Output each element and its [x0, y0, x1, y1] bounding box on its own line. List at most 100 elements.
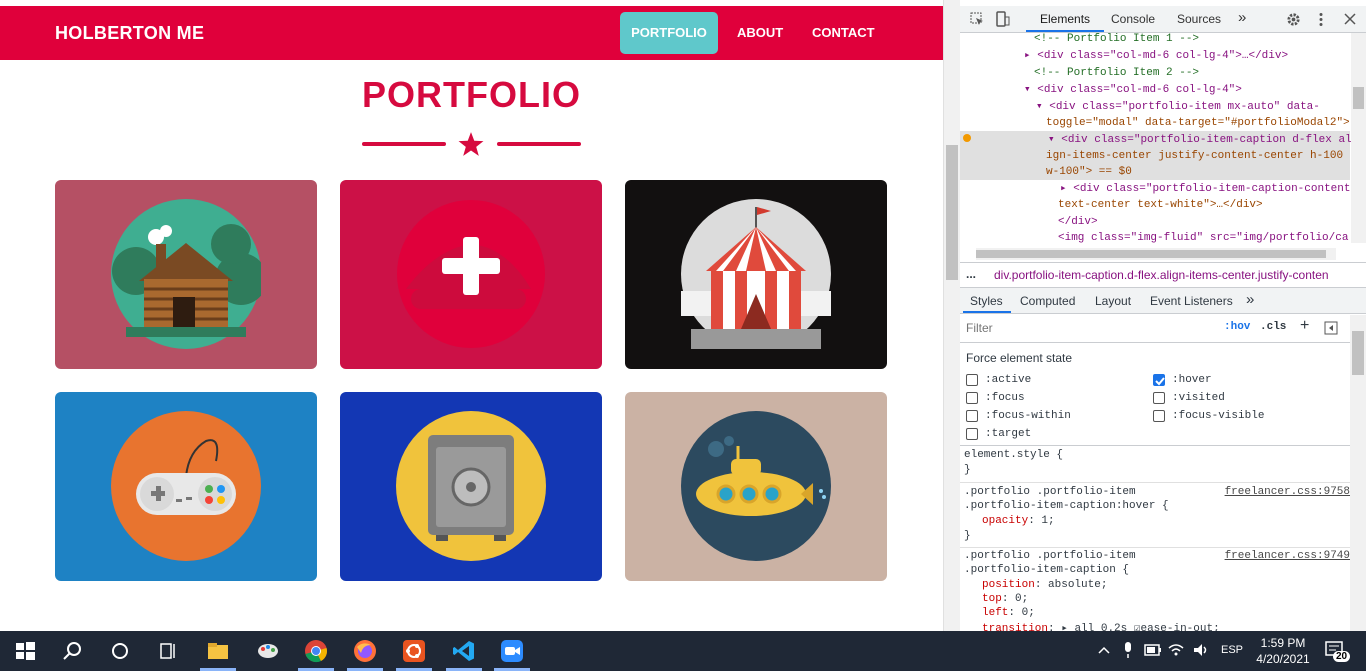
dom-line[interactable]: toggle="modal" data-target="#portfolioMo…: [1046, 115, 1350, 131]
state-label: :target: [985, 428, 1032, 440]
style-rule-caption[interactable]: .portfolio .portfolio-item .portfolio-it…: [960, 549, 1350, 631]
clock[interactable]: 1:59 PM 4/20/2021: [1250, 635, 1316, 667]
chevron-up-icon[interactable]: [1098, 645, 1110, 655]
dom-line[interactable]: text-center text-white">…</div>: [1058, 197, 1263, 213]
submarine-icon: [681, 411, 831, 561]
styles-tabs: Styles Computed Layout Event Listeners »: [960, 288, 1366, 314]
dom-hscrollbar[interactable]: [976, 248, 1336, 260]
style-rule-hover[interactable]: .portfolio .portfolio-item .portfolio-it…: [960, 484, 1350, 548]
dom-line[interactable]: ▾ <div class="portfolio-item-caption d-f…: [1048, 132, 1352, 148]
state-visited-checkbox[interactable]: [1153, 392, 1165, 404]
page-scrollbar-thumb[interactable]: [946, 145, 958, 280]
language-indicator[interactable]: ESP: [1221, 644, 1243, 656]
kebab-menu-icon[interactable]: [1318, 12, 1324, 27]
paint-icon[interactable]: [256, 639, 280, 663]
task-view-icon[interactable]: [156, 639, 180, 663]
page-scrollbar[interactable]: [943, 0, 960, 631]
dom-vscrollbar-thumb[interactable]: [1353, 87, 1364, 109]
breakpoint-dot-icon: [963, 134, 971, 142]
prop-value: ▸ all 0.2s ☑ease-in-out;: [1061, 623, 1220, 631]
new-style-rule-icon[interactable]: +: [1300, 317, 1309, 335]
portfolio-card-cabin[interactable]: [55, 180, 317, 369]
rule-source-link[interactable]: freelancer.css:9749: [1225, 550, 1350, 562]
close-icon[interactable]: [1344, 13, 1356, 25]
cls-toggle[interactable]: .cls: [1260, 321, 1286, 333]
start-icon[interactable]: [13, 639, 37, 663]
state-focus-checkbox[interactable]: [966, 392, 978, 404]
gear-icon[interactable]: [1286, 12, 1301, 27]
state-hover-checkbox[interactable]: [1153, 374, 1165, 386]
microphone-icon[interactable]: [1122, 641, 1134, 659]
more-tabs-icon[interactable]: »: [1238, 9, 1246, 26]
nav-contact[interactable]: CONTACT: [800, 12, 887, 54]
dom-line[interactable]: <img class="img-fluid" src="img/portfoli…: [1058, 230, 1348, 246]
brand-link[interactable]: HOLBERTON ME: [55, 23, 204, 44]
file-explorer-icon[interactable]: [206, 639, 230, 663]
dom-line[interactable]: <!-- Portfolio Item 1 -->: [1034, 31, 1199, 47]
state-label: :focus-visible: [1172, 410, 1265, 422]
game-controller-icon: [111, 411, 261, 561]
page-title: PORTFOLIO: [362, 74, 581, 115]
prop-name: top: [982, 593, 1002, 605]
dom-line[interactable]: </div>: [1058, 214, 1098, 230]
dom-line[interactable]: ▾ <div class="portfolio-item mx-auto" da…: [1036, 99, 1320, 115]
breadcrumb-item[interactable]: div.portfolio-item-caption.d-flex.align-…: [994, 268, 1329, 282]
portfolio-card-submarine[interactable]: [625, 392, 887, 581]
inspect-element-icon[interactable]: [970, 12, 984, 26]
portfolio-card-circus[interactable]: [625, 180, 887, 369]
zoom-icon[interactable]: [500, 639, 524, 663]
ubuntu-icon[interactable]: [402, 639, 426, 663]
state-active-checkbox[interactable]: [966, 374, 978, 386]
wifi-icon[interactable]: [1168, 642, 1184, 658]
state-target-checkbox[interactable]: [966, 428, 978, 440]
devtools-toolbar: Elements Console Sources »: [960, 6, 1366, 33]
tab-computed[interactable]: Computed: [1020, 294, 1075, 308]
prop-value: absolute;: [1048, 579, 1108, 591]
cortana-icon[interactable]: [108, 639, 132, 663]
hov-toggle[interactable]: :hov: [1224, 321, 1250, 333]
portfolio-card-safe[interactable]: [340, 392, 602, 581]
toggle-sidebar-icon[interactable]: [1324, 321, 1338, 335]
rule-source-link[interactable]: freelancer.css:9758: [1225, 486, 1350, 498]
styles-vscrollbar[interactable]: [1350, 315, 1366, 631]
dom-hscrollbar-thumb[interactable]: [976, 250, 1326, 258]
dom-line[interactable]: <!-- Portfolio Item 2 -->: [1034, 65, 1199, 81]
state-label: :visited: [1172, 392, 1225, 404]
device-toolbar-icon[interactable]: [996, 11, 1010, 27]
styles-vscrollbar-thumb[interactable]: [1352, 331, 1364, 375]
chrome-icon[interactable]: [304, 639, 328, 663]
rule-close: }: [964, 530, 971, 542]
dom-line[interactable]: ign-items-center justify-content-center …: [1046, 148, 1343, 164]
more-style-tabs-icon[interactable]: »: [1246, 291, 1254, 308]
volume-icon[interactable]: [1192, 642, 1210, 658]
tab-sources[interactable]: Sources: [1177, 12, 1221, 26]
tab-elements[interactable]: Elements: [1040, 12, 1090, 26]
dom-line[interactable]: ▸ <div class="portfolio-item-caption-con…: [1060, 181, 1350, 197]
battery-icon[interactable]: [1144, 643, 1162, 657]
dom-line[interactable]: w-100"> == $0: [1046, 164, 1132, 180]
dom-line[interactable]: ▾ <div class="col-md-6 col-lg-4">: [1024, 82, 1242, 98]
breadcrumb-more[interactable]: ...: [966, 267, 976, 281]
tab-styles[interactable]: Styles: [970, 294, 1003, 308]
clock-time: 1:59 PM: [1260, 636, 1306, 650]
tab-layout[interactable]: Layout: [1095, 294, 1131, 308]
style-rule-element[interactable]: element.style { }: [960, 447, 1350, 483]
tab-console[interactable]: Console: [1111, 12, 1155, 26]
prop-value: 0;: [1021, 607, 1035, 619]
portfolio-card-cake[interactable]: [340, 180, 602, 369]
nav-about[interactable]: ABOUT: [725, 12, 795, 54]
tab-event-listeners[interactable]: Event Listeners: [1150, 294, 1233, 308]
state-focus-visible-checkbox[interactable]: [1153, 410, 1165, 422]
dom-line[interactable]: ▸ <div class="col-md-6 col-lg-4">…</div>: [1024, 48, 1288, 64]
state-focus-within-checkbox[interactable]: [966, 410, 978, 422]
nav-portfolio[interactable]: PORTFOLIO: [620, 12, 718, 54]
state-label: :focus-within: [985, 410, 1071, 422]
dom-vscrollbar[interactable]: [1351, 33, 1366, 243]
rule-selector: .portfolio .portfolio-item: [964, 550, 1136, 562]
filter-input[interactable]: [963, 318, 1213, 338]
firefox-icon[interactable]: [353, 639, 377, 663]
vscode-icon[interactable]: [452, 639, 476, 663]
search-icon[interactable]: [60, 639, 84, 663]
check-icon: [1155, 377, 1165, 386]
portfolio-card-game[interactable]: [55, 392, 317, 581]
